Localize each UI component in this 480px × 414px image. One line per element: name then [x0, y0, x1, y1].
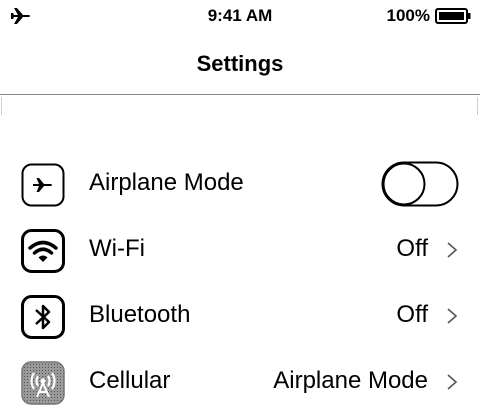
airplane-mode-toggle[interactable] [381, 161, 459, 207]
chevron-right-icon [447, 308, 458, 324]
divider [477, 97, 478, 115]
chevron-right-icon [447, 374, 458, 390]
settings-row-bluetooth[interactable]: Bluetooth Off [0, 282, 480, 348]
divider [1, 97, 2, 115]
section-spacer [0, 95, 480, 155]
status-bar: 9:41 AM 100% [0, 0, 480, 34]
airplane-mode-icon [21, 163, 65, 207]
battery-full-icon [435, 8, 471, 24]
bluetooth-icon [21, 295, 65, 339]
page-title: Settings [196, 51, 284, 76]
chevron-right-icon [447, 242, 458, 258]
airplane-mode-label: Airplane Mode [89, 169, 244, 196]
bluetooth-label: Bluetooth [89, 301, 191, 328]
wifi-status: Off [396, 235, 428, 262]
settings-row-airplane-mode[interactable]: Airplane Mode [0, 150, 480, 216]
navigation-bar: Settings [0, 34, 480, 95]
cellular-status: Airplane Mode [273, 367, 428, 394]
battery-percent: 100% [386, 6, 430, 25]
bluetooth-status: Off [396, 301, 428, 328]
cellular-icon [21, 361, 65, 405]
cellular-label: Cellular [89, 367, 171, 394]
wifi-icon [21, 229, 65, 273]
settings-row-wifi[interactable]: Wi-Fi Off [0, 216, 480, 282]
settings-list: Airplane Mode Wi-Fi Off Bluetooth Off Ce… [0, 150, 480, 414]
settings-row-cellular[interactable]: Cellular Airplane Mode [0, 348, 480, 414]
wifi-label: Wi-Fi [89, 235, 145, 262]
